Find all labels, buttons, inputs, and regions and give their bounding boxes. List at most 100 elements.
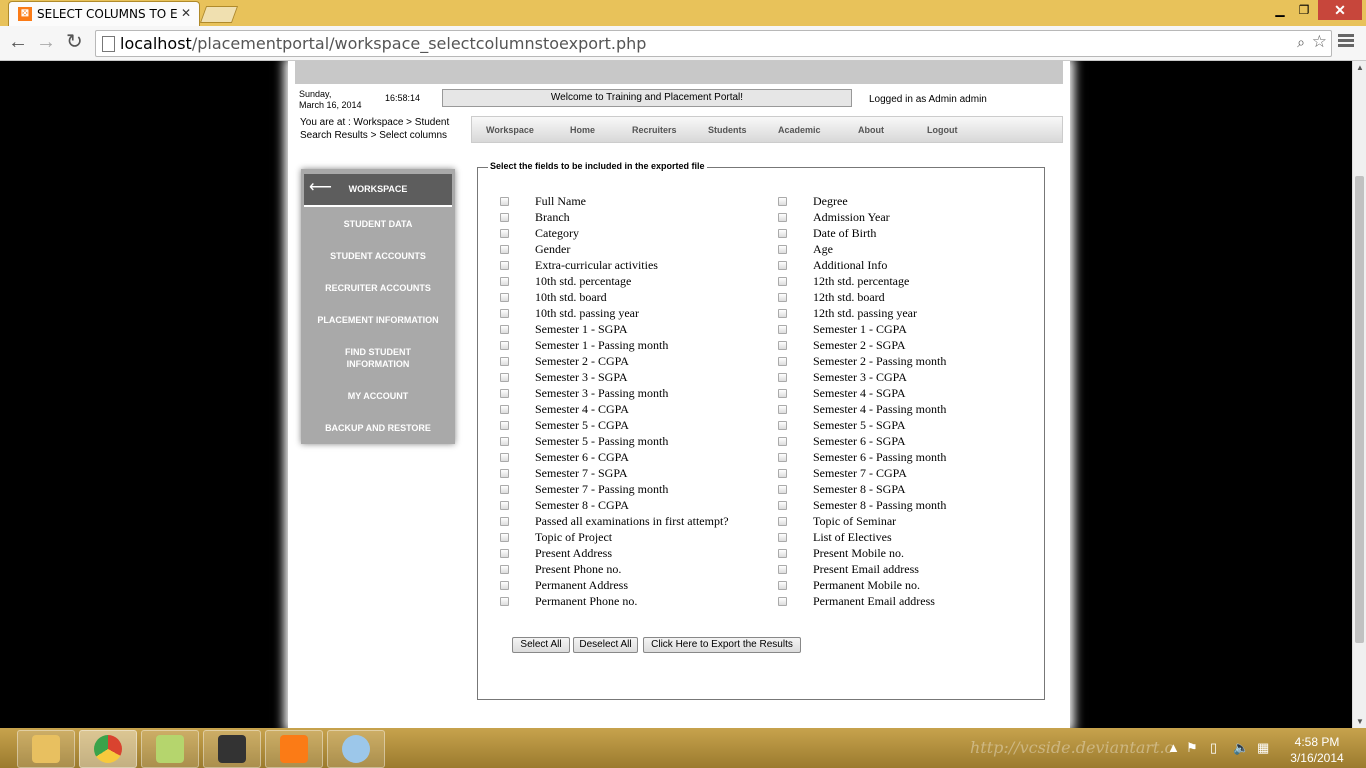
field-checkbox[interactable] [500,245,509,254]
field-checkbox[interactable] [778,309,787,318]
field-checkbox[interactable] [500,437,509,446]
select-all-button[interactable]: Select All [512,637,570,653]
field-checkbox[interactable] [778,421,787,430]
field-checkbox[interactable] [500,453,509,462]
field-checkbox[interactable] [778,341,787,350]
bookmark-star-icon[interactable]: ☆ [1312,32,1327,52]
field-checkbox[interactable] [500,549,509,558]
field-checkbox[interactable] [778,485,787,494]
taskbar-notepadpp[interactable] [141,730,199,768]
forward-arrow-icon[interactable]: → [36,32,56,52]
field-checkbox[interactable] [500,341,509,350]
window-close-icon[interactable]: ✕ [1318,0,1362,20]
network-icon[interactable]: ▦ [1257,740,1269,756]
field-checkbox[interactable] [778,197,787,206]
new-tab-button[interactable] [199,6,239,23]
field-checkbox[interactable] [500,501,509,510]
sidebar-item-recruiter-accounts[interactable]: RECRUITER ACCOUNTS [304,282,452,294]
field-checkbox[interactable] [500,357,509,366]
nav-about[interactable]: About [858,125,884,135]
field-checkbox[interactable] [778,565,787,574]
nav-academic[interactable]: Academic [778,125,821,135]
sidebar-item-student-data[interactable]: STUDENT DATA [304,218,452,230]
sidebar-item-student-accounts[interactable]: STUDENT ACCOUNTS [304,250,452,262]
field-checkbox[interactable] [778,357,787,366]
deselect-all-button[interactable]: Deselect All [573,637,638,653]
sidebar-item-my-account[interactable]: MY ACCOUNT [304,390,452,402]
field-checkbox[interactable] [500,261,509,270]
field-label: Semester 2 - SGPA [813,338,906,352]
field-checkbox[interactable] [778,229,787,238]
field-checkbox[interactable] [500,469,509,478]
field-checkbox[interactable] [778,389,787,398]
field-checkbox[interactable] [778,549,787,558]
field-checkbox[interactable] [500,485,509,494]
power-icon[interactable]: ▯ [1210,740,1217,756]
nav-home[interactable]: Home [570,125,595,135]
field-checkbox[interactable] [778,245,787,254]
field-checkbox[interactable] [778,325,787,334]
sidebar-item-backup-and-restore[interactable]: BACKUP AND RESTORE [304,422,452,434]
field-checkbox[interactable] [500,213,509,222]
taskbar-chrome[interactable] [79,730,137,768]
field-checkbox[interactable] [500,565,509,574]
show-hidden-icons-icon[interactable]: ▲ [1167,740,1180,755]
page-scrollbar[interactable]: ▲ ▼ [1352,61,1366,728]
field-checkbox[interactable] [500,197,509,206]
field-checkbox[interactable] [778,501,787,510]
field-checkbox[interactable] [778,405,787,414]
field-checkbox[interactable] [778,533,787,542]
field-checkbox[interactable] [778,261,787,270]
field-checkbox[interactable] [500,293,509,302]
reload-icon[interactable]: ↻ [66,32,83,52]
taskbar-media-player[interactable] [203,730,261,768]
export-results-button[interactable]: Click Here to Export the Results [643,637,801,653]
field-checkbox[interactable] [500,581,509,590]
field-checkbox[interactable] [500,597,509,606]
sidebar-item-find-student-information[interactable]: FIND STUDENT INFORMATION [304,346,452,370]
field-checkbox[interactable] [500,533,509,542]
scroll-up-icon[interactable]: ▲ [1356,63,1364,72]
taskbar-clock[interactable]: 4:58 PM 3/16/2014 [1287,734,1347,766]
field-checkbox[interactable] [778,581,787,590]
field-checkbox[interactable] [500,373,509,382]
nav-logout[interactable]: Logout [927,125,958,135]
back-arrow-icon[interactable]: ← [8,32,28,52]
menu-icon[interactable] [1338,34,1354,50]
field-checkbox[interactable] [778,517,787,526]
field-checkbox[interactable] [500,309,509,318]
field-checkbox[interactable] [500,325,509,334]
sidebar-head[interactable]: ⟵ WORKSPACE [304,174,452,207]
volume-icon[interactable]: 🔈 [1233,740,1249,756]
field-checkbox[interactable] [500,229,509,238]
field-checkbox[interactable] [778,213,787,222]
field-checkbox[interactable] [500,421,509,430]
scroll-thumb[interactable] [1355,176,1364,643]
nav-recruiters[interactable]: Recruiters [632,125,677,135]
field-checkbox[interactable] [500,277,509,286]
tab-close-icon[interactable]: ✕ [181,6,191,20]
field-checkbox[interactable] [778,277,787,286]
field-checkbox[interactable] [778,597,787,606]
search-icon[interactable]: ⌕ [1297,34,1305,51]
nav-students[interactable]: Students [708,125,747,135]
nav-workspace[interactable]: Workspace [486,125,534,135]
taskbar-explorer[interactable] [17,730,75,768]
field-checkbox[interactable] [778,453,787,462]
scroll-down-icon[interactable]: ▼ [1356,717,1364,726]
field-checkbox[interactable] [778,373,787,382]
restore-icon[interactable]: ❐ [1290,0,1318,20]
field-checkbox[interactable] [500,517,509,526]
address-bar[interactable]: localhost/placementportal/workspace_sele… [95,30,1332,57]
action-center-flag-icon[interactable]: ⚑ [1186,740,1198,756]
field-checkbox[interactable] [500,389,509,398]
taskbar-xampp[interactable] [265,730,323,768]
field-checkbox[interactable] [500,405,509,414]
sidebar-item-placement-information[interactable]: PLACEMENT INFORMATION [304,314,452,326]
field-checkbox[interactable] [778,293,787,302]
field-label: Semester 6 - Passing month [813,450,947,464]
field-checkbox[interactable] [778,437,787,446]
taskbar-paint[interactable] [327,730,385,768]
field-checkbox[interactable] [778,469,787,478]
browser-tab[interactable]: ⊠ SELECT COLUMNS TO EXI ✕ [8,1,200,27]
